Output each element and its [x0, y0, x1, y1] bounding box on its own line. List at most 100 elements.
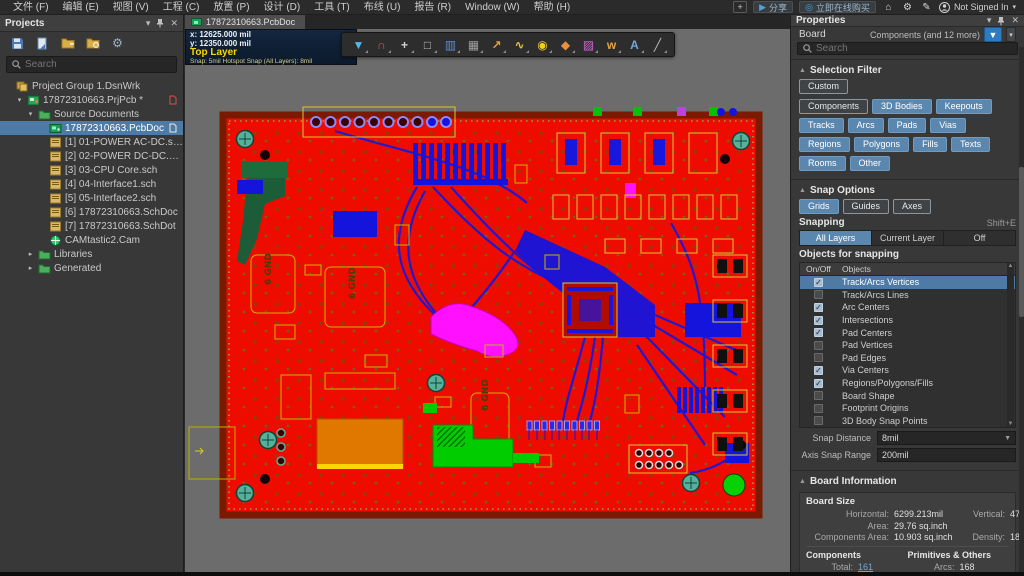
tree-item-5[interactable]: [2] 02-POWER DC-DC.sch [0, 149, 183, 163]
open-document-icon[interactable] [35, 36, 50, 51]
snap-object-row-5[interactable]: Pad Vertices [800, 339, 1015, 352]
save-icon[interactable] [10, 36, 25, 51]
checkbox[interactable] [814, 341, 823, 350]
checkbox[interactable] [814, 290, 823, 299]
menubar-item-5[interactable]: 设计 (D) [257, 0, 308, 15]
pin-icon[interactable] [997, 16, 1005, 26]
snap-object-row-6[interactable]: Pad Edges [800, 352, 1015, 365]
panel-scrollbar[interactable] [1019, 47, 1024, 572]
settings-gear-icon[interactable]: ⚙ [901, 1, 914, 14]
tree-item-3[interactable]: 17872310663.PcbDoc [0, 121, 183, 135]
menubar-item-6[interactable]: 工具 (T) [307, 0, 357, 15]
filter-chip-regions[interactable]: Regions [799, 137, 850, 152]
projects-search[interactable] [6, 56, 177, 73]
properties-search-input[interactable] [816, 43, 1012, 54]
tree-item-8[interactable]: [5] 05-Interface2.sch [0, 191, 183, 205]
checkbox[interactable] [814, 416, 823, 425]
filter-chip-fills[interactable]: Fills [913, 137, 947, 152]
checkbox[interactable] [814, 404, 823, 413]
filter-chip-arcs[interactable]: Arcs [848, 118, 884, 133]
menubar-item-10[interactable]: 帮助 (H) [527, 0, 578, 15]
close-panel-icon[interactable]: ✕ [170, 18, 178, 29]
snap-object-row-4[interactable]: ✓Pad Centers [800, 326, 1015, 339]
new-document-button[interactable]: + [733, 1, 747, 13]
tree-expand-icon[interactable]: ▸ [26, 250, 35, 258]
line-icon[interactable]: ╱ [647, 35, 668, 54]
selection-filter-header[interactable]: ▲ Selection Filter [799, 63, 1016, 79]
snap-object-row-11[interactable]: 3D Body Snap Points [800, 415, 1015, 428]
snap-object-row-1[interactable]: Track/Arcs Lines [800, 289, 1015, 302]
menubar-item-8[interactable]: 报告 (R) [407, 0, 458, 15]
menubar-item-4[interactable]: 放置 (P) [206, 0, 256, 15]
checkbox[interactable]: ✓ [814, 278, 823, 287]
tree-expand-icon[interactable]: ▸ [26, 264, 35, 272]
filter-chip-3d-bodies[interactable]: 3D Bodies [872, 99, 932, 114]
snap-object-row-7[interactable]: ✓Via Centers [800, 364, 1015, 377]
checkbox[interactable]: ✓ [814, 366, 823, 375]
text-icon[interactable]: A [624, 35, 645, 54]
snap-options-header[interactable]: ▲ Snap Options [799, 183, 1016, 199]
column-chart-icon[interactable]: ▥ [440, 35, 461, 54]
snap-distance-dropdown[interactable]: 8mil ▼ [877, 431, 1016, 445]
snap-button-guides[interactable]: Guides [843, 199, 890, 214]
menubar-item-3[interactable]: 工程 (C) [156, 0, 207, 15]
snapping-layer-all-layers[interactable]: All Layers [800, 231, 872, 245]
interactive-route-icon[interactable]: ↗ [486, 35, 507, 54]
filter-chip-polygons[interactable]: Polygons [854, 137, 909, 152]
pcb-board-drawing[interactable]: 6 GND 6 GND 6 GND [185, 15, 790, 572]
orange-region[interactable] [317, 419, 403, 469]
snap-button-grids[interactable]: Grids [799, 199, 839, 214]
tree-item-12[interactable]: ▸Libraries [0, 247, 183, 261]
tree-item-10[interactable]: [7] 17872310663.SchDot [0, 219, 183, 233]
snap-object-row-9[interactable]: Board Shape [800, 389, 1015, 402]
wave-icon[interactable]: w [601, 35, 622, 54]
pcb-editor-canvas[interactable]: 17872310663.PcbDoc [185, 15, 790, 572]
filter-chip-custom[interactable]: Custom [799, 79, 848, 94]
tree-item-0[interactable]: Project Group 1.DsnWrk [0, 79, 183, 93]
snap-object-row-8[interactable]: ✓Regions/Polygons/Fills [800, 377, 1015, 390]
menubar-item-0[interactable]: 文件 (F) [6, 0, 56, 15]
pen-icon[interactable]: ✎ [920, 1, 933, 14]
room-icon[interactable]: ▨ [578, 35, 599, 54]
tree-item-6[interactable]: [3] 03-CPU Core.sch [0, 163, 183, 177]
panel-settings-gear-icon[interactable]: ⚙ [110, 36, 125, 51]
panel-menu-icon[interactable]: ▾ [987, 15, 992, 26]
filter-chip-rooms[interactable]: Rooms [799, 156, 846, 171]
filter-chip-components[interactable]: Components [799, 99, 868, 114]
list-scrollbar[interactable]: ▲▼ [1007, 263, 1014, 427]
snap-button-axes[interactable]: Axes [893, 199, 931, 214]
document-tab[interactable]: 17872310663.PcbDoc [185, 15, 305, 29]
selection-filter-icon[interactable]: ▼ [348, 35, 369, 54]
object-filter-dropdown[interactable]: ▾ [1006, 27, 1016, 42]
filter-chip-keepouts[interactable]: Keepouts [936, 99, 992, 114]
tree-item-7[interactable]: [4] 04-Interface1.sch [0, 177, 183, 191]
filter-chip-texts[interactable]: Texts [951, 137, 990, 152]
sign-in-menu[interactable]: Not Signed In ▾ [939, 2, 1016, 13]
tree-item-2[interactable]: ▾Source Documents [0, 107, 183, 121]
checkbox[interactable]: ✓ [814, 328, 823, 337]
snapping-layer-off[interactable]: Off [944, 231, 1015, 245]
pad-grid-icon[interactable]: ▦ [463, 35, 484, 54]
menubar-item-1[interactable]: 编辑 (E) [56, 0, 106, 15]
filter-chip-vias[interactable]: Vias [930, 118, 965, 133]
axis-snap-range-input[interactable] [882, 450, 1011, 460]
checkbox[interactable]: ✓ [814, 316, 823, 325]
tree-item-4[interactable]: [1] 01-POWER AC-DC.sch [0, 135, 183, 149]
crosshair-icon[interactable]: + [394, 35, 415, 54]
axis-snap-range-field[interactable] [877, 448, 1016, 462]
object-filter-button[interactable]: ▼ [984, 27, 1002, 42]
board-information-header[interactable]: ▲ Board Information [799, 474, 1016, 490]
filter-chip-other[interactable]: Other [850, 156, 891, 171]
checkbox[interactable]: ✓ [814, 379, 823, 388]
snap-object-row-10[interactable]: Footprint Origins [800, 402, 1015, 415]
checkbox[interactable] [814, 391, 823, 400]
filter-chip-pads[interactable]: Pads [888, 118, 927, 133]
tree-item-1[interactable]: ▾17872310663.PrjPcb * [0, 93, 183, 107]
tree-item-9[interactable]: [6] 17872310663.SchDoc [0, 205, 183, 219]
filter-chip-tracks[interactable]: Tracks [799, 118, 844, 133]
components-total-link[interactable]: 161 [858, 562, 908, 572]
properties-search[interactable] [797, 42, 1018, 55]
tree-expand-icon[interactable]: ▾ [26, 110, 35, 118]
checkbox[interactable]: ✓ [814, 303, 823, 312]
panel-menu-icon[interactable]: ▾ [146, 18, 151, 29]
